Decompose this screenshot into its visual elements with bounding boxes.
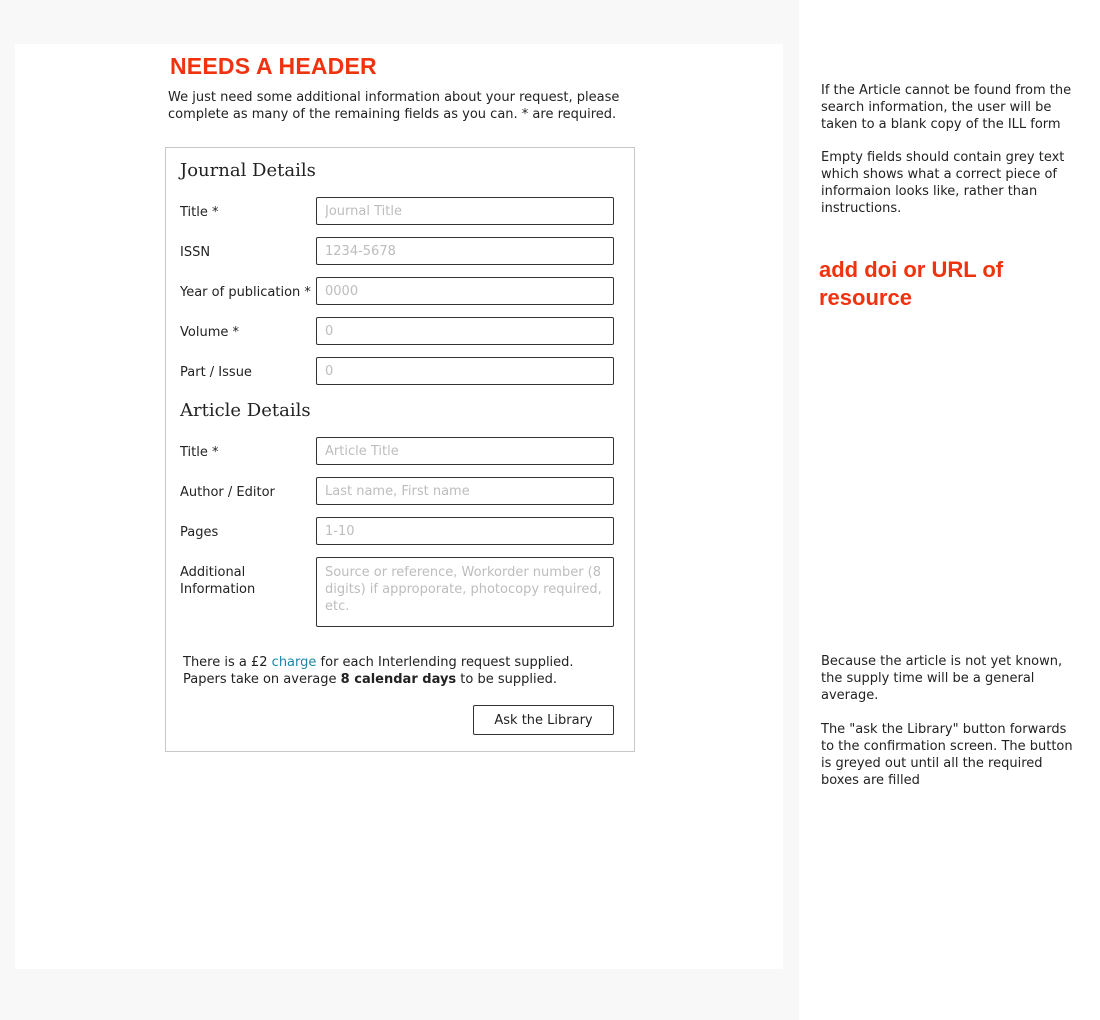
journal-title-label: Title * (180, 205, 219, 220)
annotation-empty-fields: Empty fields should contain grey text wh… (821, 150, 1065, 216)
article-title-input[interactable] (316, 437, 614, 465)
annotation-supply-time: Because the article is not yet known, th… (821, 654, 1063, 703)
issn-label: ISSN (180, 245, 211, 260)
journal-title-input[interactable] (316, 197, 614, 225)
additional-info-textarea[interactable] (316, 557, 614, 627)
issue-input[interactable] (316, 357, 614, 385)
article-details-heading: Article Details (180, 400, 311, 421)
year-label: Year of publication * (180, 285, 311, 300)
article-title-label: Title * (180, 445, 219, 460)
annotation-add-doi: add doi or URL of resource (819, 257, 1004, 310)
pages-input[interactable] (316, 517, 614, 545)
supply-suffix: to be supplied. (456, 672, 557, 687)
annotation-not-found: If the Article cannot be found from the … (821, 83, 1072, 132)
volume-label: Volume * (180, 325, 239, 340)
issue-label: Part / Issue (180, 365, 252, 380)
ill-request-form: Journal Details Title * ISSN Year of pub… (165, 147, 635, 752)
charge-info: There is a £2 charge for each Interlendi… (183, 654, 623, 688)
pages-label: Pages (180, 525, 219, 540)
issn-input[interactable] (316, 237, 614, 265)
charge-suffix: for each Interlending request supplied. (316, 655, 574, 670)
additional-info-label: Additional Information (180, 565, 256, 597)
author-input[interactable] (316, 477, 614, 505)
author-label: Author / Editor (180, 485, 275, 500)
year-input[interactable] (316, 277, 614, 305)
supply-prefix: Papers take on average (183, 672, 341, 687)
ask-the-library-button[interactable]: Ask the Library (473, 705, 614, 735)
intro-text: We just need some additional information… (168, 90, 620, 122)
volume-input[interactable] (316, 317, 614, 345)
header-placeholder-note: NEEDS A HEADER (170, 53, 377, 79)
supply-days: 8 calendar days (340, 672, 457, 687)
charge-link[interactable]: charge (272, 655, 317, 670)
journal-details-heading: Journal Details (180, 160, 316, 181)
annotation-button-note: The "ask the Library" button forwards to… (821, 722, 1073, 788)
charge-prefix: There is a £2 (183, 655, 272, 670)
